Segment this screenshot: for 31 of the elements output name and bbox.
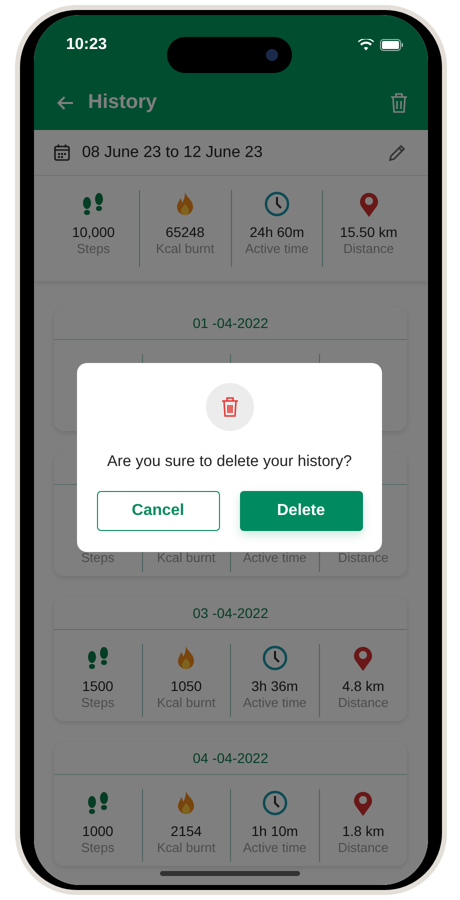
trash-icon	[220, 396, 238, 418]
edit-icon[interactable]	[388, 144, 406, 162]
stat-value: 24h 60m	[250, 224, 304, 241]
delete-icon[interactable]	[390, 92, 408, 114]
stat-value: 1500	[82, 678, 114, 695]
day-date: 04 -04-2022	[192, 750, 268, 766]
status-time: 10:23	[66, 36, 107, 54]
date-range: 08 June 23 to 12 June 23	[82, 144, 264, 162]
wifi-icon	[358, 39, 374, 51]
clock-icon	[260, 644, 289, 672]
screen-title: History	[88, 91, 158, 114]
stat-value: 1050	[170, 678, 202, 695]
cancel-button[interactable]: Cancel	[96, 491, 220, 531]
day-date: 03 -04-2022	[192, 605, 268, 621]
back-icon[interactable]	[56, 94, 74, 110]
stat-value: 65248	[166, 224, 205, 241]
dialog-message: Are you sure to delete your history?	[107, 453, 352, 471]
day-date: 01 -04-2022	[192, 315, 268, 331]
stat-value: 2154	[170, 823, 202, 840]
stat-value: 3h 36m	[251, 678, 298, 695]
calendar-icon	[54, 144, 70, 161]
battery-icon	[380, 39, 404, 51]
stat-value: 15.50 km	[340, 224, 398, 241]
clock-icon	[260, 789, 289, 817]
stat-value: 1h 10m	[251, 823, 298, 840]
stat-value: 4.8 km	[342, 678, 384, 695]
stat-value: 10,000	[72, 224, 115, 241]
clock-icon	[262, 190, 291, 218]
delete-button[interactable]: Delete	[240, 491, 362, 531]
stat-value: 1000	[82, 823, 114, 840]
stat-value: 1.8 km	[342, 823, 384, 840]
